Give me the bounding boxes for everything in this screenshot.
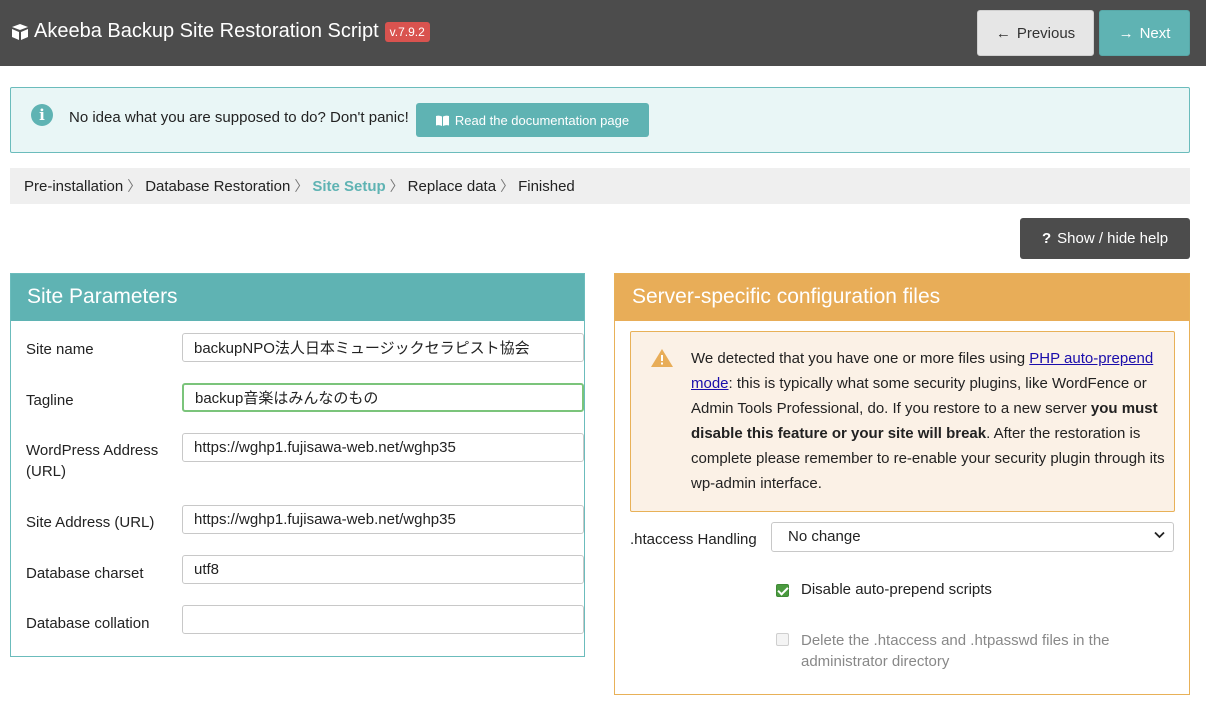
breadcrumb-item-database-restoration: Database Restoration <box>145 177 291 195</box>
breadcrumb-item-site-setup: Site Setup <box>312 177 386 195</box>
tagline-label: Tagline <box>26 392 74 409</box>
database-collation-label: Database collation <box>26 615 150 632</box>
delete-htaccess-label: Delete the .htaccess and .htpasswd files… <box>801 632 1110 670</box>
breadcrumb-item-replace-data: Replace data <box>407 177 497 195</box>
next-button[interactable]: → Next <box>1099 10 1190 56</box>
breadcrumb: Pre-installation 〉 Database Restoration … <box>10 168 1190 204</box>
arrow-left-icon: ← <box>995 24 1011 42</box>
htaccess-handling-value: No change <box>788 528 861 545</box>
htaccess-handling-label: .htaccess Handling <box>630 531 757 548</box>
site-name-row: Site name <box>26 333 584 363</box>
breadcrumb-item-finished: Finished <box>518 177 575 195</box>
app-brand: Akeeba Backup Site Restoration Script v.… <box>10 20 430 43</box>
wordpress-address-label: WordPress Address (URL) <box>26 442 159 480</box>
htaccess-handling-select[interactable]: No change <box>771 522 1174 552</box>
previous-button-label: Previous <box>1016 24 1076 42</box>
info-icon: i <box>31 104 53 126</box>
tagline-input[interactable] <box>182 383 584 412</box>
arrow-right-icon: → <box>1118 24 1134 42</box>
wordpress-address-input[interactable] <box>182 433 584 462</box>
server-config-panel: Server-specific configuration files We d… <box>614 273 1190 695</box>
warning-text-part1: We detected that you have one or more fi… <box>691 350 1030 367</box>
next-button-label: Next <box>1139 24 1171 42</box>
database-collation-row: Database collation <box>26 605 584 635</box>
top-bar: Akeeba Backup Site Restoration Script v.… <box>0 0 1206 66</box>
tagline-row: Tagline <box>26 383 584 413</box>
site-parameters-panel: Site Parameters Site name Tagline WordPr… <box>10 273 585 657</box>
site-address-row: Site Address (URL) <box>26 505 584 535</box>
delete-htaccess-option: Delete the .htaccess and .htpasswd files… <box>772 630 1152 672</box>
server-config-title: Server-specific configuration files <box>615 274 1189 321</box>
chevron-right-icon: 〉 <box>500 178 515 194</box>
warning-icon <box>651 349 673 367</box>
breadcrumb-item-pre-installation: Pre-installation <box>24 177 124 195</box>
version-badge: v.7.9.2 <box>384 21 430 42</box>
book-icon <box>435 115 449 126</box>
show-hide-help-button[interactable]: ? Show / hide help <box>1020 218 1190 259</box>
chevron-right-icon: 〉 <box>127 178 142 194</box>
auto-prepend-warning: We detected that you have one or more fi… <box>630 331 1175 512</box>
auto-prepend-warning-text: We detected that you have one or more fi… <box>691 346 1169 496</box>
help-alert-text: No idea what you are supposed to do? Don… <box>69 109 409 126</box>
show-hide-help-label: Show / hide help <box>1057 230 1169 247</box>
site-address-input[interactable] <box>182 505 584 534</box>
delete-htaccess-checkbox <box>776 633 789 646</box>
database-charset-label: Database charset <box>26 565 144 582</box>
site-name-input[interactable] <box>182 333 584 362</box>
disable-auto-prepend-checkbox[interactable] <box>776 584 789 597</box>
chevron-down-icon <box>1154 528 1165 542</box>
disable-auto-prepend-label: Disable auto-prepend scripts <box>801 581 992 598</box>
site-name-label: Site name <box>26 341 94 358</box>
read-documentation-label: Read the documentation page <box>454 112 630 128</box>
warning-text-part2: : this is typically what some security p… <box>691 375 1147 417</box>
previous-button[interactable]: ← Previous <box>977 10 1094 56</box>
database-collation-input[interactable] <box>182 605 584 634</box>
site-address-label: Site Address (URL) <box>26 514 155 531</box>
help-alert: i No idea what you are supposed to do? D… <box>10 87 1190 153</box>
read-documentation-button[interactable]: Read the documentation page <box>416 103 649 137</box>
wordpress-address-row: WordPress Address (URL) <box>26 433 584 483</box>
akeeba-logo-icon <box>12 23 28 40</box>
chevron-right-icon: 〉 <box>294 178 309 194</box>
chevron-right-icon: 〉 <box>389 178 404 194</box>
disable-auto-prepend-option[interactable]: Disable auto-prepend scripts <box>776 581 992 598</box>
app-title: Akeeba Backup Site Restoration Script <box>34 20 379 42</box>
database-charset-row: Database charset <box>26 555 584 585</box>
site-parameters-title: Site Parameters <box>11 274 584 321</box>
question-icon: ? <box>1041 230 1052 247</box>
database-charset-input[interactable] <box>182 555 584 584</box>
